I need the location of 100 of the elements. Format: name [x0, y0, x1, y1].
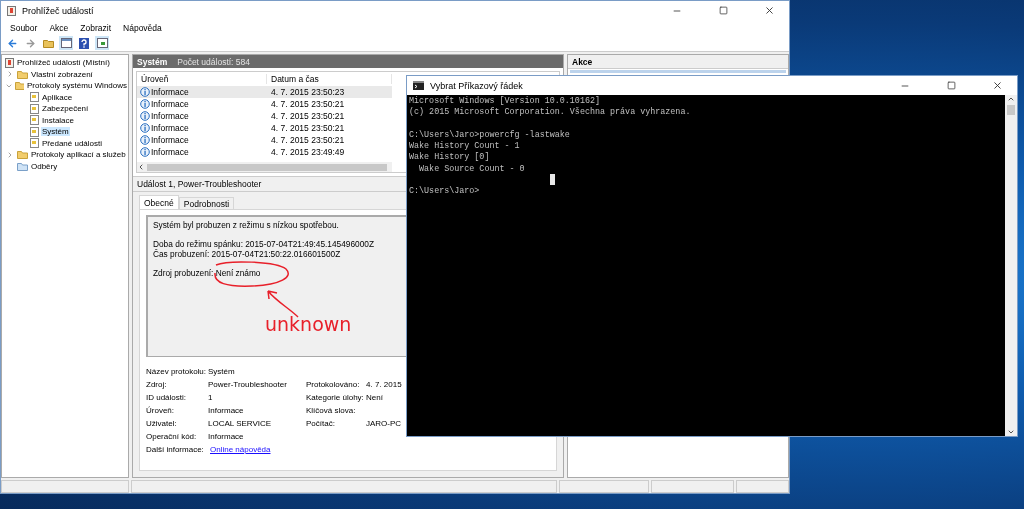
help-button[interactable]: [77, 36, 91, 50]
scrollbar-thumb[interactable]: [1007, 105, 1015, 115]
console-icon: [413, 81, 424, 90]
menu-item[interactable]: Soubor: [5, 22, 43, 33]
event-count: Počet událostí: 584: [177, 56, 251, 67]
level-text: Informace: [151, 87, 189, 97]
property-value: JARO-PC: [366, 418, 403, 430]
event-row[interactable]: Informace 4. 7. 2015 23:50:21: [137, 98, 392, 110]
menu-item[interactable]: Zobrazit: [75, 22, 117, 33]
property-value: Power-Troubleshooter: [208, 379, 288, 391]
property-label: ID události:: [146, 392, 188, 404]
info-icon: [140, 123, 150, 133]
info-icon: [140, 111, 150, 121]
folder-icon: [17, 150, 28, 160]
console-line: Microsoft Windows [Version 10.0.10162]: [409, 96, 601, 107]
date-time-text: 4. 7. 2015 23:50:21: [271, 123, 345, 133]
log-icon: [30, 92, 39, 103]
forward-arrow-icon: [24, 37, 36, 49]
date-time-text: 4. 7. 2015 23:49:49: [271, 147, 345, 157]
info-icon: [140, 87, 150, 97]
maximize-icon: [946, 81, 956, 90]
event-row[interactable]: Informace 4. 7. 2015 23:50:21: [137, 110, 392, 122]
window-title: Vybrat Příkazový řádek: [430, 80, 524, 91]
property-value: Informace: [208, 431, 245, 443]
expand-chevron-icon[interactable]: [6, 70, 14, 79]
folder-icon: [42, 38, 54, 48]
event-viewer-icon: [5, 57, 14, 68]
console-line: C:\Users\Jaro>powercfg -lastwake: [409, 129, 571, 141]
annotation-text: unknown: [265, 313, 352, 335]
property-label: Uživatel:: [146, 418, 178, 430]
tree-item[interactable]: Protokoly systému Windows: [25, 81, 128, 91]
console-line: Wake Source Count - 0: [418, 163, 526, 176]
console-line: Wake History Count - 1: [409, 141, 521, 152]
menu-item[interactable]: Nápověda: [118, 22, 167, 33]
property-label: Kategorie úlohy:: [306, 392, 365, 404]
property-label: Klíčová slova:: [306, 405, 357, 417]
menu-item[interactable]: Akce: [44, 22, 74, 33]
property-label: Další informace:: [146, 444, 205, 456]
tree-item[interactable]: Systém: [41, 127, 70, 137]
property-label: Zdroj:: [146, 379, 168, 391]
folder-icon: [17, 69, 28, 79]
console-line: (c) 2015 Microsoft Corporation. Všechna práva vyhrazena.: [409, 107, 692, 119]
property-value: Systém: [208, 366, 236, 378]
property-label: Úroveň:: [146, 405, 175, 417]
level-text: Informace: [151, 99, 189, 109]
tab[interactable]: Podrobnosti: [178, 197, 235, 209]
close-icon: [763, 5, 775, 16]
message-line: Systém byl probuzen z režimu s nízkou spotřebou.: [153, 220, 340, 230]
event-row[interactable]: Informace 4. 7. 2015 23:49:49: [137, 146, 392, 158]
tree-item[interactable]: Zabezpečení: [41, 104, 90, 114]
scroll-down-icon[interactable]: [1007, 428, 1015, 436]
online-help-link[interactable]: Online nápověda: [208, 445, 271, 454]
actions-header: Akce: [568, 55, 788, 69]
tree-item[interactable]: Aplikace: [41, 92, 74, 102]
property-value: 1: [208, 392, 214, 404]
tree-item[interactable]: Předané události: [41, 138, 104, 148]
folder-icon: [17, 161, 28, 171]
property-value: Není: [366, 392, 384, 404]
back-arrow-icon: [6, 37, 18, 49]
window-title: Prohlížeč událostí: [22, 5, 95, 16]
column-header[interactable]: Datum a čas: [267, 74, 392, 84]
tree-item[interactable]: Instalace: [41, 115, 76, 125]
date-time-text: 4. 7. 2015 23:50:21: [271, 135, 345, 145]
scroll-up-icon[interactable]: [1007, 95, 1015, 103]
level-text: Informace: [151, 135, 189, 145]
tree-item[interactable]: Vlastní zobrazení: [30, 69, 94, 79]
maximize-icon: [718, 6, 728, 15]
vertical-scrollbar[interactable]: [1005, 95, 1017, 436]
property-value: LOCAL SERVICE: [208, 418, 273, 430]
tree-item[interactable]: Odběry: [30, 161, 59, 171]
level-text: Informace: [151, 123, 189, 133]
folder-icon: [15, 81, 24, 91]
log-icon: [30, 103, 39, 114]
property-label: Název protokolu:: [146, 366, 208, 378]
panel-toggle-button[interactable]: [59, 36, 73, 50]
property-label: Protokolováno:: [306, 379, 361, 391]
event-row[interactable]: Informace 4. 7. 2015 23:50:21: [137, 134, 392, 146]
level-text: Informace: [151, 147, 189, 157]
text-cursor: [550, 174, 555, 185]
log-icon: [30, 138, 39, 149]
expand-chevron-icon[interactable]: [6, 150, 14, 159]
column-header[interactable]: Úroveň: [137, 74, 267, 84]
close-icon: [991, 80, 1003, 91]
horizontal-scrollbar[interactable]: [137, 162, 392, 172]
property-value: 4. 7. 2015: [366, 379, 403, 391]
log-name: Systém: [137, 56, 168, 67]
tree-item[interactable]: Protokoly aplikací a služeb: [30, 150, 127, 160]
log-icon: [30, 126, 39, 137]
property-label: Počítač:: [306, 418, 336, 430]
message-line: Doba do režimu spánku: 2015-07-04T21:49:45.145496000Z: [153, 239, 375, 249]
tree-item[interactable]: Prohlížeč událostí (Místní): [16, 58, 111, 68]
tab[interactable]: Obecné: [139, 195, 179, 209]
scroll-left-icon[interactable]: [137, 163, 145, 171]
panel-toggle-button[interactable]: [95, 36, 109, 50]
event-row[interactable]: Informace 4. 7. 2015 23:50:23: [137, 86, 392, 98]
date-time-text: 4. 7. 2015 23:50:21: [271, 99, 345, 109]
window-icon: [60, 38, 72, 48]
info-icon: [140, 135, 150, 145]
message-line: Zdroj probuzení: Není známo: [153, 268, 262, 278]
event-row[interactable]: Informace 4. 7. 2015 23:50:21: [137, 122, 392, 134]
